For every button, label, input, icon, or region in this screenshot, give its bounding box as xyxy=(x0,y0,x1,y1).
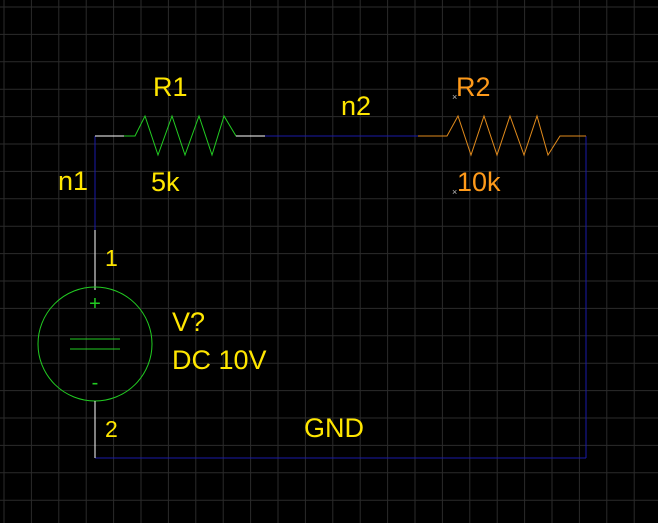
net-label-n1[interactable]: n1 xyxy=(58,166,88,196)
source-minus-sign: - xyxy=(92,372,99,394)
source-plus-sign: + xyxy=(89,293,101,315)
r2-name-label[interactable]: R2 xyxy=(456,72,491,102)
net-label-n2[interactable]: n2 xyxy=(341,91,371,121)
net-label-gnd[interactable]: GND xyxy=(304,413,364,443)
schematic-canvas[interactable]: × × + - R1 5k R2 10k n2 n1 1 2 V? DC 10V… xyxy=(0,0,658,523)
source-pin1-label: 1 xyxy=(105,245,118,271)
canvas-background xyxy=(0,0,658,523)
r2-value-label[interactable]: 10k xyxy=(457,167,501,197)
source-pin2-label: 2 xyxy=(105,416,118,442)
source-name-label[interactable]: V? xyxy=(172,307,205,337)
r1-value-label[interactable]: 5k xyxy=(151,167,180,197)
source-value-label[interactable]: DC 10V xyxy=(172,345,267,375)
r1-name-label[interactable]: R1 xyxy=(153,72,188,102)
